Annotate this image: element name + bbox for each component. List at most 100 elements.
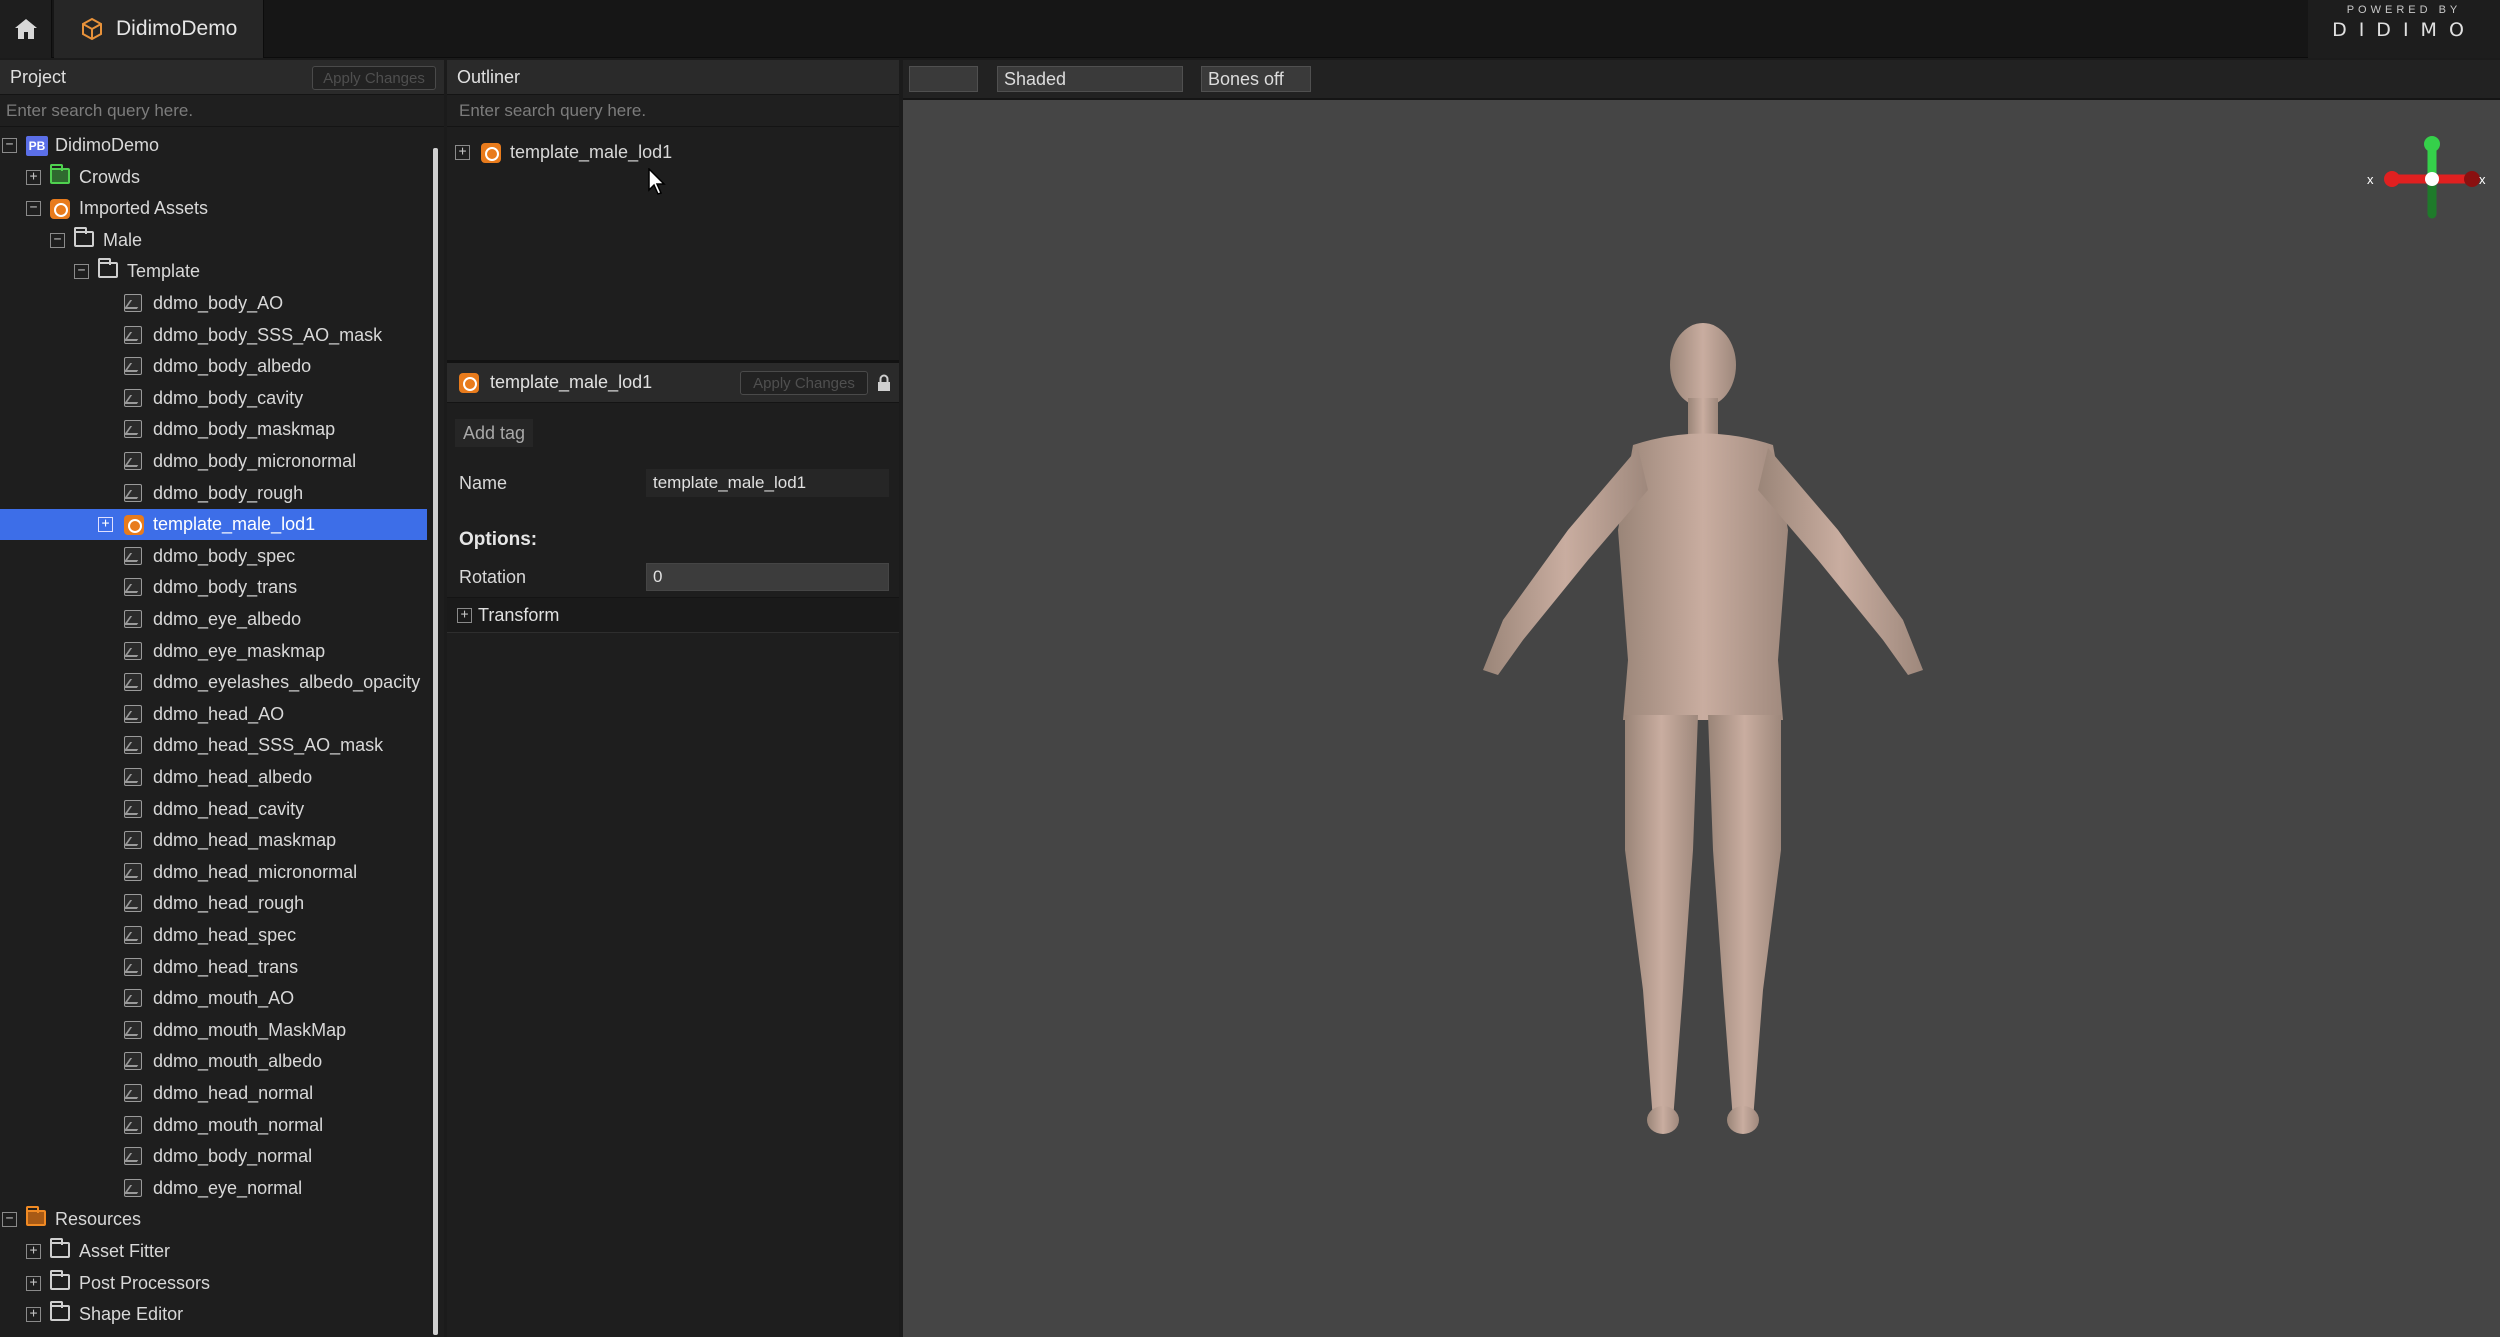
- inspector-title: template_male_lod1: [490, 372, 653, 392]
- project-tree-item[interactable]: + Crowds: [0, 162, 432, 193]
- inspector-header: template_male_lod1 Apply Changes: [447, 363, 899, 403]
- project-tree-item[interactable]: ddmo_head_rough: [0, 888, 432, 919]
- project-tree-item[interactable]: ddmo_eye_albedo: [0, 604, 432, 635]
- project-tree-item[interactable]: ddmo_head_albedo: [0, 762, 432, 793]
- image-icon: [124, 610, 142, 628]
- inspector-apply-changes-button[interactable]: Apply Changes: [740, 371, 868, 395]
- project-tree-item[interactable]: ddmo_body_trans: [0, 572, 432, 603]
- project-tree-item[interactable]: ddmo_body_maskmap: [0, 414, 432, 445]
- project-tree-item[interactable]: ddmo_head_trans: [0, 952, 432, 983]
- cube-icon: [82, 17, 102, 41]
- viewport-canvas[interactable]: [903, 60, 2500, 1337]
- expand-toggle[interactable]: −: [2, 138, 17, 153]
- expand-toggle[interactable]: −: [2, 1212, 17, 1228]
- expand-toggle[interactable]: +: [26, 1307, 41, 1323]
- project-tree-item[interactable]: ddmo_head_cavity: [0, 794, 432, 825]
- tree-item-label: Post Processors: [79, 1272, 211, 1293]
- project-tree-item[interactable]: − Male: [0, 225, 432, 256]
- project-tree-item[interactable]: ddmo_body_normal: [0, 1141, 432, 1172]
- project-scrollbar[interactable]: [433, 148, 438, 1335]
- rotation-row: Rotation 0: [447, 560, 899, 594]
- project-tree-item[interactable]: ddmo_body_SSS_AO_mask: [0, 320, 432, 351]
- tree-item-label: ddmo_mouth_albedo: [153, 1051, 323, 1072]
- image-icon: [124, 578, 142, 597]
- project-tree-item[interactable]: + Shape Editor: [0, 1299, 432, 1330]
- project-tree-item[interactable]: ddmo_body_albedo: [0, 351, 432, 382]
- project-tree-item[interactable]: ddmo_mouth_normal: [0, 1110, 432, 1141]
- project-apply-changes-button[interactable]: Apply Changes: [312, 66, 436, 90]
- project-tree-item[interactable]: ddmo_eye_maskmap: [0, 636, 432, 667]
- outliner-item[interactable]: + template_male_lod1: [447, 137, 899, 168]
- shading-button[interactable]: Shaded: [997, 66, 1183, 92]
- expand-toggle[interactable]: +: [26, 1275, 41, 1291]
- transform-section[interactable]: + Transform: [447, 597, 899, 633]
- model-right-leg: [1708, 715, 1781, 1120]
- image-icon: [124, 862, 142, 881]
- project-tree-item[interactable]: ddmo_mouth_albedo: [0, 1046, 432, 1077]
- expand-toggle[interactable]: −: [26, 201, 41, 217]
- character-model[interactable]: [1483, 323, 1923, 1134]
- project-tree-item[interactable]: ddmo_head_SSS_AO_mask: [0, 730, 432, 761]
- project-tree-item[interactable]: ddmo_body_rough: [0, 478, 432, 509]
- project-tree-item[interactable]: ddmo_body_micronormal: [0, 446, 432, 477]
- outliner-item-label: template_male_lod1: [510, 142, 673, 162]
- name-field[interactable]: template_male_lod1: [646, 469, 889, 497]
- view-mode-button[interactable]: [909, 66, 978, 92]
- expand-toggle[interactable]: −: [74, 264, 89, 280]
- image-icon: [124, 294, 142, 312]
- add-tag-row: Add tag: [447, 415, 899, 451]
- home-button[interactable]: [0, 0, 52, 58]
- bones-toggle-button[interactable]: Bones off: [1201, 66, 1311, 92]
- model-left-foot: [1647, 1106, 1679, 1134]
- project-tree-item[interactable]: + Post Processors: [0, 1268, 432, 1299]
- tree-item-label: ddmo_head_maskmap: [153, 830, 337, 851]
- project-tree-item[interactable]: ddmo_mouth_AO: [0, 983, 432, 1014]
- project-tree-item[interactable]: ddmo_mouth_MaskMap: [0, 1015, 432, 1046]
- project-tree-item[interactable]: − Resources: [0, 1204, 432, 1235]
- mesh-icon: [459, 373, 479, 393]
- model-left-leg: [1625, 715, 1698, 1120]
- outliner-title: Outliner: [457, 66, 521, 87]
- project-tree-item[interactable]: ddmo_eye_normal: [0, 1173, 432, 1204]
- expand-toggle[interactable]: +: [26, 1244, 41, 1259]
- rotation-field[interactable]: 0: [646, 563, 889, 591]
- expand-toggle[interactable]: +: [98, 517, 113, 533]
- project-tree-item[interactable]: ddmo_body_AO: [0, 288, 432, 319]
- axis-gizmo[interactable]: [2384, 136, 2480, 219]
- outliner-panel: Outliner Enter search query here. + temp…: [447, 60, 899, 360]
- tree-item-label: ddmo_mouth_MaskMap: [153, 1019, 347, 1040]
- title-bar: [0, 0, 2500, 58]
- 3d-viewport[interactable]: x x: [903, 60, 2500, 1337]
- project-tree-item[interactable]: ddmo_head_spec: [0, 920, 432, 951]
- expand-toggle[interactable]: −: [50, 232, 65, 248]
- project-search-input[interactable]: Enter search query here.: [0, 95, 444, 127]
- project-tree-item[interactable]: ddmo_head_normal: [0, 1078, 432, 1109]
- project-tree-item[interactable]: ddmo_head_micronormal: [0, 857, 432, 888]
- expand-toggle[interactable]: +: [26, 169, 41, 185]
- lock-icon[interactable]: [877, 374, 891, 392]
- project-tree-item[interactable]: ddmo_head_AO: [0, 699, 432, 730]
- brand-name: DIDIMO: [2332, 19, 2476, 41]
- project-tree-item[interactable]: ddmo_head_maskmap: [0, 825, 432, 856]
- project-title: Project: [10, 66, 67, 87]
- project-tree-item[interactable]: − Imported Assets: [0, 193, 432, 224]
- expand-toggle[interactable]: +: [457, 608, 472, 623]
- tree-item-label: ddmo_eye_normal: [153, 1177, 303, 1198]
- tree-item-label: ddmo_mouth_AO: [153, 988, 295, 1009]
- tree-item-label: Template: [127, 261, 201, 282]
- project-tree-item[interactable]: − Template: [0, 256, 432, 287]
- project-tree-item[interactable]: ddmo_eyelashes_albedo_opacity: [0, 667, 432, 698]
- project-tree-item[interactable]: + template_male_lod1: [0, 509, 427, 541]
- project-tree-item[interactable]: ddmo_body_cavity: [0, 383, 432, 414]
- project-tree-item[interactable]: − PB DidimoDemo: [0, 130, 432, 161]
- expand-toggle[interactable]: +: [455, 145, 470, 160]
- app-tab[interactable]: DidimoDemo: [54, 0, 264, 58]
- image-icon: [124, 357, 142, 376]
- image-icon: [124, 420, 142, 439]
- project-header: Project Apply Changes: [0, 60, 444, 95]
- outliner-search-input[interactable]: Enter search query here.: [447, 95, 899, 127]
- add-tag-button[interactable]: Add tag: [455, 419, 534, 447]
- project-tree-item[interactable]: ddmo_body_spec: [0, 541, 432, 572]
- gizmo-x-label: x: [2479, 172, 2486, 187]
- project-tree-item[interactable]: + Asset Fitter: [0, 1236, 432, 1267]
